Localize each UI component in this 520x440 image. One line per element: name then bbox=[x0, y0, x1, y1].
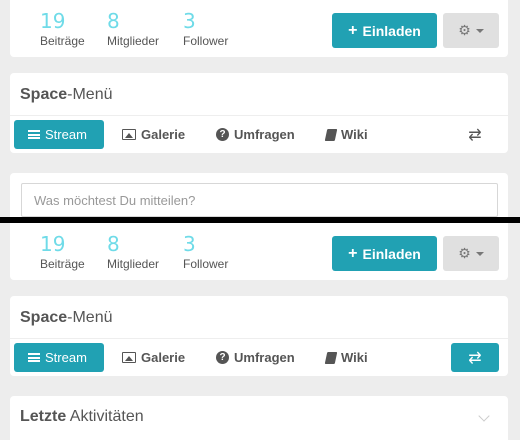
space-menu-title: Space-Menü bbox=[20, 309, 113, 326]
stat-followers-label: Follower bbox=[183, 257, 229, 271]
menu-item-polls[interactable]: ? Umfragen bbox=[216, 343, 295, 372]
menu-item-polls[interactable]: ? Umfragen bbox=[216, 120, 295, 149]
stat-followers-value: 3 bbox=[183, 9, 196, 33]
post-input[interactable] bbox=[21, 183, 498, 217]
stat-posts-label: Beiträge bbox=[40, 257, 85, 271]
invite-button-label: Einladen bbox=[362, 22, 421, 39]
stat-posts-value: 19 bbox=[40, 232, 66, 256]
menu-item-label: Galerie bbox=[141, 127, 186, 142]
stat-followers[interactable]: 3 Follower bbox=[183, 232, 228, 272]
plus-icon: + bbox=[348, 244, 358, 262]
menu-item-label: Wiki bbox=[341, 350, 368, 365]
bars-icon bbox=[28, 130, 40, 139]
post-form bbox=[10, 173, 508, 217]
invite-button[interactable]: + Einladen bbox=[332, 13, 437, 48]
chevron-down-icon[interactable] bbox=[478, 410, 490, 422]
menu-item-label: Umfragen bbox=[234, 350, 295, 365]
stat-members[interactable]: 8 Mitglieder bbox=[107, 232, 159, 272]
menu-item-wiki[interactable]: Wiki bbox=[324, 120, 368, 149]
menu-item-gallery[interactable]: Galerie bbox=[122, 120, 185, 149]
bars-icon bbox=[28, 353, 40, 362]
stat-posts[interactable]: 19 Beiträge bbox=[40, 9, 85, 49]
stat-posts-value: 19 bbox=[40, 9, 66, 33]
stat-members-value: 8 bbox=[107, 9, 120, 33]
space-menu: Space-Menü Stream Galerie ? Umfragen Wik… bbox=[10, 296, 508, 376]
screen-bottom: 19 Beiträge 8 Mitglieder 3 Follower + Ei… bbox=[0, 223, 520, 440]
stat-members-label: Mitglieder bbox=[107, 257, 160, 271]
invite-button-label: Einladen bbox=[362, 245, 421, 262]
stat-members-value: 8 bbox=[107, 232, 120, 256]
stat-followers-value: 3 bbox=[183, 232, 196, 256]
stat-followers[interactable]: 3 Follower bbox=[183, 9, 228, 49]
invite-button[interactable]: + Einladen bbox=[332, 236, 437, 271]
gear-icon: ⚙ bbox=[458, 22, 471, 38]
settings-dropdown-button[interactable]: ⚙ bbox=[443, 236, 499, 271]
plus-icon: + bbox=[348, 21, 358, 39]
stat-followers-label: Follower bbox=[183, 34, 229, 48]
stat-members[interactable]: 8 Mitglieder bbox=[107, 9, 159, 49]
menu-item-label: Stream bbox=[45, 127, 87, 142]
divider bbox=[10, 338, 508, 339]
menu-item-label: Umfragen bbox=[234, 127, 295, 142]
space-menu: Space-Menü Stream Galerie ? Umfragen Wik… bbox=[10, 73, 508, 153]
divider bbox=[10, 115, 508, 116]
stat-posts[interactable]: 19 Beiträge bbox=[40, 232, 85, 272]
image-icon bbox=[122, 352, 136, 363]
exchange-icon: ⇄ bbox=[468, 126, 482, 144]
recent-activity-title: Letzte Aktivitäten bbox=[20, 408, 144, 425]
menu-item-stream[interactable]: Stream bbox=[14, 343, 104, 372]
menu-item-gallery[interactable]: Galerie bbox=[122, 343, 185, 372]
image-icon bbox=[122, 129, 136, 140]
caret-down-icon bbox=[475, 251, 484, 256]
recent-activity-panel: Letzte Aktivitäten bbox=[10, 396, 508, 440]
screen-top: 19 Beiträge 8 Mitglieder 3 Follower + Ei… bbox=[0, 0, 520, 217]
caret-down-icon bbox=[475, 28, 484, 33]
question-circle-icon: ? bbox=[216, 351, 229, 364]
menu-toggle-button[interactable]: ⇄ bbox=[451, 120, 499, 149]
settings-dropdown-button[interactable]: ⚙ bbox=[443, 13, 499, 48]
space-header: 19 Beiträge 8 Mitglieder 3 Follower + Ei… bbox=[10, 0, 508, 57]
space-header: 19 Beiträge 8 Mitglieder 3 Follower + Ei… bbox=[10, 223, 508, 280]
exchange-icon: ⇄ bbox=[468, 349, 482, 367]
gear-icon: ⚙ bbox=[458, 245, 471, 261]
question-circle-icon: ? bbox=[216, 128, 229, 141]
menu-item-label: Galerie bbox=[141, 350, 186, 365]
menu-item-label: Wiki bbox=[341, 127, 368, 142]
menu-item-wiki[interactable]: Wiki bbox=[324, 343, 368, 372]
book-icon bbox=[324, 351, 338, 364]
book-icon bbox=[324, 128, 338, 141]
menu-item-label: Stream bbox=[45, 350, 87, 365]
stat-posts-label: Beiträge bbox=[40, 34, 85, 48]
stat-members-label: Mitglieder bbox=[107, 34, 160, 48]
space-menu-title: Space-Menü bbox=[20, 86, 113, 103]
menu-toggle-button[interactable]: ⇄ bbox=[451, 343, 499, 372]
menu-item-stream[interactable]: Stream bbox=[14, 120, 104, 149]
